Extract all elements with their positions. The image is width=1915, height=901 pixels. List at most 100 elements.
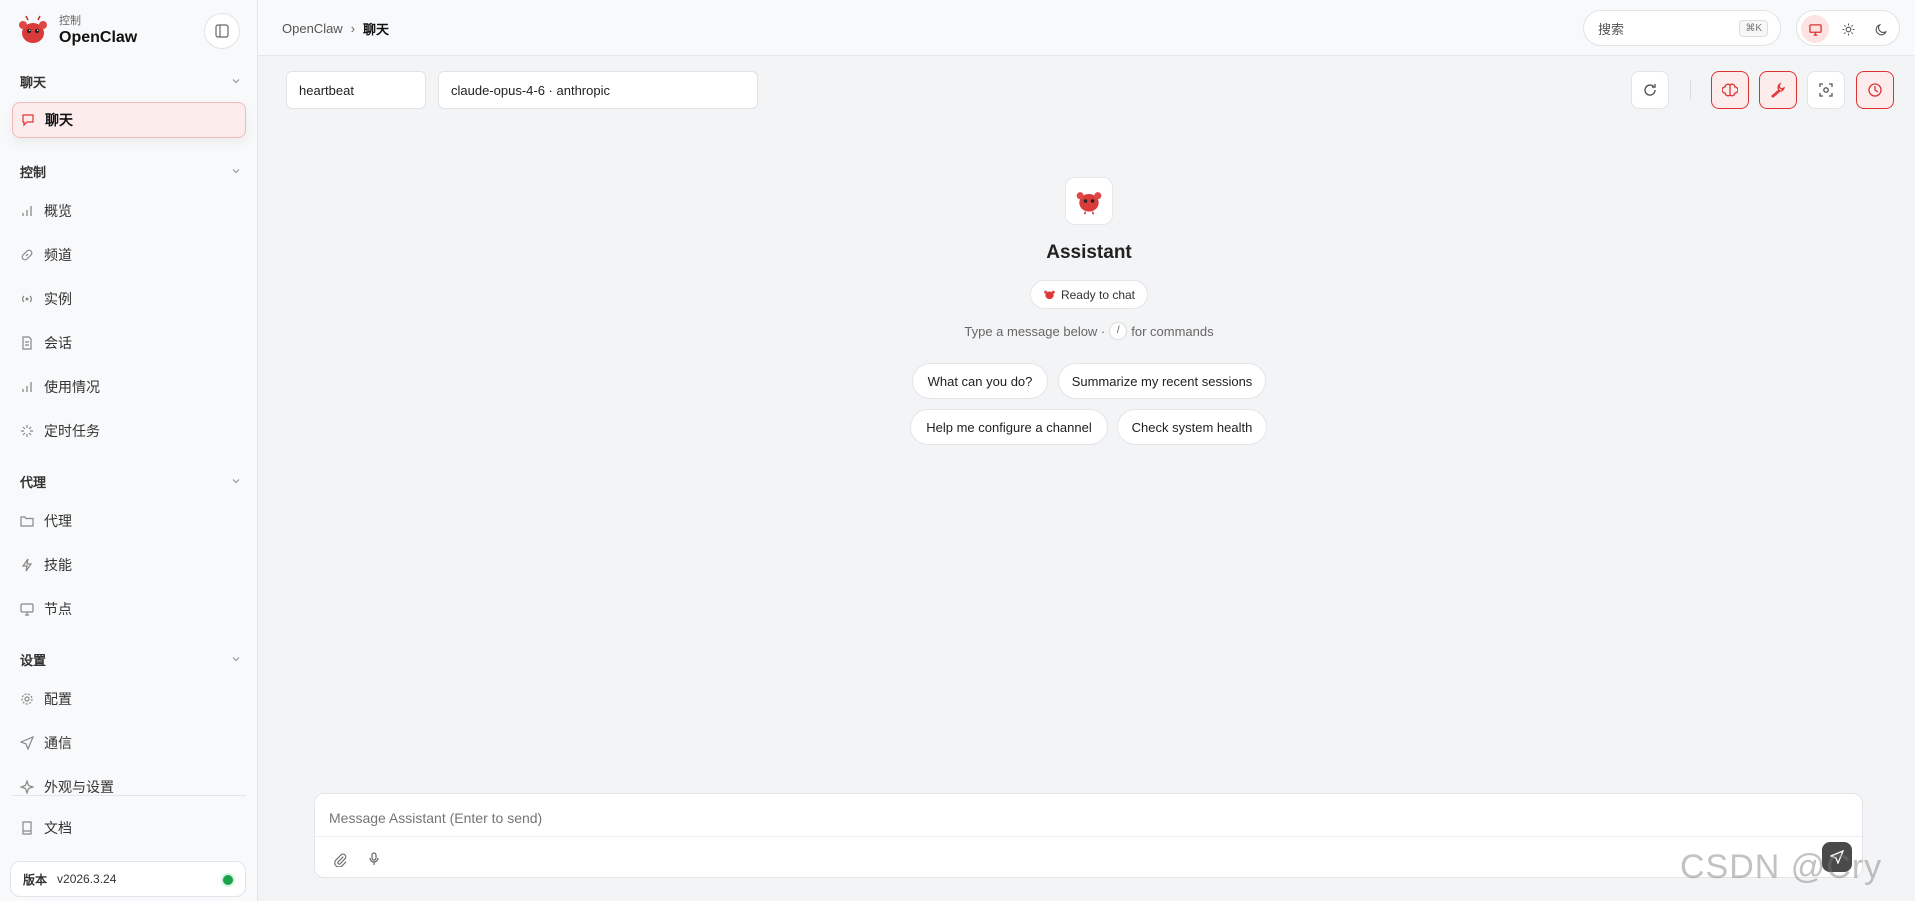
session-select[interactable]: heartbeat [286,71,426,109]
section-control-header[interactable]: 控制 [20,161,242,181]
refresh-button[interactable] [1631,71,1669,109]
sun-icon [1841,22,1855,36]
suggestion-chip[interactable]: Summarize my recent sessions [1058,363,1266,399]
search-shortcut: ⌘K [1739,20,1768,37]
version-value: v2026.3.24 [57,872,117,886]
suggestion-label: Check system health [1131,419,1253,435]
suggestion-label: Help me configure a channel [926,419,1092,435]
sidebar-toggle-icon [215,24,229,38]
microphone-icon [369,852,379,865]
section-agents-header[interactable]: 代理 [20,471,242,491]
section-chat-header[interactable]: 聊天 [20,71,242,91]
focus-icon [1819,83,1833,97]
section-title: 代理 [20,474,47,490]
model-name: claude-opus-4-6 · anthropic [451,82,610,98]
sidebar-item-label: 配置 [44,691,72,707]
suggestion-chip[interactable]: Help me configure a channel [910,409,1108,445]
brain-icon [1722,83,1738,97]
thinking-toggle-button[interactable] [1711,71,1749,109]
sidebar-item-docs[interactable]: 文档 [12,810,246,846]
document-icon [22,336,32,350]
lobster-avatar-icon [1076,192,1102,215]
voice-button[interactable] [361,846,387,872]
sidebar-item-label: 会话 [44,335,72,351]
collapse-sidebar-button[interactable] [204,13,240,49]
lightning-icon [21,558,33,572]
sidebar-item-label: 使用情况 [44,379,100,395]
version-indicator: 版本 v2026.3.24 [10,861,246,897]
tools-toggle-button[interactable] [1759,71,1797,109]
composer-divider [315,836,1862,837]
theme-dark-button[interactable] [1867,15,1895,43]
monitor-icon [1808,23,1822,36]
message-composer [314,793,1863,878]
spinner-icon [21,425,33,437]
sidebar-item-label: 定时任务 [44,423,100,439]
sidebar-item-label: 聊天 [45,112,73,128]
sidebar-item-chat[interactable]: 聊天 [12,102,246,138]
moon-icon [1875,23,1887,35]
status-badge: Ready to chat [1030,280,1148,309]
model-select[interactable]: claude-opus-4-6 · anthropic [438,71,758,109]
sidebar-item-nodes[interactable]: 节点 [12,591,246,627]
breadcrumb-root[interactable]: OpenClaw [282,21,343,36]
chevron-down-icon [232,169,240,174]
brand-name: OpenClaw [59,29,138,46]
search-placeholder: 搜索 [1598,21,1625,37]
sidebar-item-label: 频道 [44,247,72,263]
message-input[interactable] [329,808,1829,828]
breadcrumb: OpenClaw › 聊天 [282,19,389,38]
sidebar-item-label: 文档 [44,820,72,836]
status-text: Ready to chat [1060,287,1136,302]
search-input[interactable]: 搜索 ⌘K [1583,10,1781,46]
suggestion-label: Summarize my recent sessions [1071,373,1253,389]
sidebar-item-communication[interactable]: 通信 [12,725,246,761]
section-settings-header[interactable]: 设置 [20,649,242,669]
sidebar-divider [12,795,246,796]
history-toggle-button[interactable] [1856,71,1894,109]
sidebar-item-label: 实例 [44,291,72,307]
hint-before: Type a message below · [964,323,1106,339]
slash-key: / [1109,322,1128,340]
sidebar-item-appearance[interactable]: 外观与设置 [12,769,246,805]
sidebar-item-config[interactable]: 配置 [12,681,246,717]
attach-button[interactable] [327,846,353,872]
section-title: 设置 [20,652,47,668]
sidebar-item-channels[interactable]: 频道 [12,237,246,273]
section-title: 控制 [20,164,47,180]
sidebar-item-label: 通信 [44,735,72,751]
suggestion-chip[interactable]: What can you do? [912,363,1048,399]
toolbar-separator [1690,80,1691,100]
hint-after: for commands [1131,323,1214,339]
sidebar: 控制 OpenClaw 聊天 聊天 控制 概览 频道 实例 会话 使用情况 定时… [0,0,258,901]
sidebar-item-overview[interactable]: 概览 [12,193,246,229]
paperclip-icon [333,853,347,867]
sparkle-icon [20,780,34,794]
sidebar-item-instances[interactable]: 实例 [12,281,246,317]
suggestion-label: What can you do? [927,373,1033,389]
version-label: 版本 [23,872,48,887]
breadcrumb-current: 聊天 [363,22,390,37]
refresh-icon [1644,84,1656,96]
focus-mode-button[interactable] [1807,71,1845,109]
suggestion-chip[interactable]: Check system health [1117,409,1267,445]
sidebar-item-skills[interactable]: 技能 [12,547,246,583]
status-dot [223,875,233,885]
theme-light-button[interactable] [1834,15,1862,43]
sidebar-item-label: 代理 [44,513,72,529]
brand[interactable]: 控制 OpenClaw [16,12,137,50]
theme-system-button[interactable] [1801,15,1829,43]
session-name: heartbeat [299,82,354,98]
clock-icon [1868,83,1882,97]
theme-switcher [1796,10,1900,46]
sidebar-item-label: 节点 [44,601,72,617]
book-icon [22,821,32,835]
link-icon [21,249,33,261]
sidebar-item-sessions[interactable]: 会话 [12,325,246,361]
sidebar-item-agents[interactable]: 代理 [12,503,246,539]
brand-subtitle: 控制 [59,15,81,27]
section-title: 聊天 [20,74,47,90]
sidebar-item-cron-jobs[interactable]: 定时任务 [12,413,246,449]
send-icon [20,736,34,750]
sidebar-item-usage[interactable]: 使用情况 [12,369,246,405]
